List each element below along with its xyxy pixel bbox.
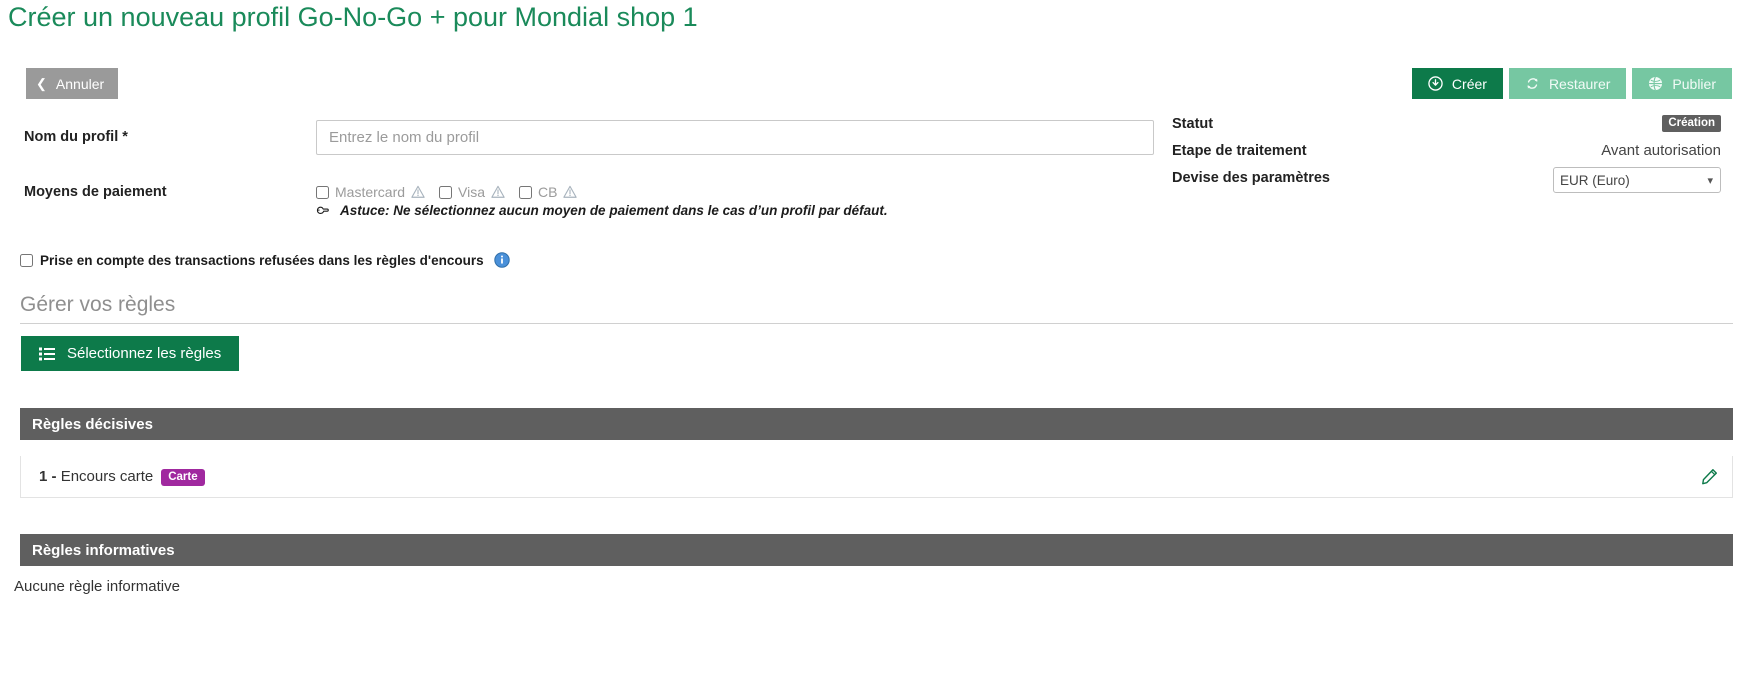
etape-label: Etape de traitement <box>1172 142 1307 159</box>
rule-badge: Carte <box>161 468 205 486</box>
etape-value: Avant autorisation <box>1601 142 1721 159</box>
rule-name: Encours carte <box>60 467 154 485</box>
cancel-button-label: Annuler <box>55 75 105 92</box>
rule-label: 1 - Encours carte Carte <box>39 468 205 486</box>
table-row[interactable]: 1 - Encours carte Carte <box>20 456 1733 498</box>
visa-label: Visa <box>458 184 486 200</box>
restore-button[interactable]: Restaurer <box>1508 68 1627 99</box>
tip-text: Astuce: Ne sélectionnez aucun moyen de p… <box>340 203 888 218</box>
list-icon <box>39 347 55 361</box>
create-button-label: Créer <box>1451 75 1487 92</box>
select-rules-button-label: Sélectionnez les règles <box>67 345 222 362</box>
payment-method-cb[interactable]: CB <box>519 184 578 200</box>
informative-rules-header: Règles informatives <box>20 534 1733 566</box>
currency-select-wrapper: EUR (Euro) ▾ <box>1553 167 1721 193</box>
profile-name-input[interactable] <box>316 120 1154 155</box>
page-title: Créer un nouveau profil Go-No-Go + pour … <box>8 2 698 32</box>
payment-methods-group: Mastercard Visa CB <box>316 184 591 200</box>
cb-checkbox[interactable] <box>519 185 533 199</box>
cancel-button[interactable]: ❮ Annuler <box>26 68 119 99</box>
chevron-left-icon: ❮ <box>36 76 47 91</box>
refresh-icon <box>1525 76 1540 91</box>
warning-triangle-icon <box>563 185 578 199</box>
payment-methods-label: Moyens de paiement <box>24 184 167 200</box>
status-row-statut: Statut Création <box>1172 110 1732 137</box>
publish-button[interactable]: Publier <box>1632 68 1732 99</box>
status-panel: Statut Création Etape de traitement Avan… <box>1172 110 1732 193</box>
decisive-rules-header: Règles décisives <box>20 408 1733 440</box>
pointing-hand-icon <box>316 203 332 218</box>
refused-transactions-row[interactable]: Prise en compte des transactions refusée… <box>20 252 510 268</box>
rule-index: 1 - <box>39 467 61 485</box>
pencil-icon[interactable] <box>1701 468 1718 485</box>
cb-label: CB <box>538 184 558 200</box>
warning-triangle-icon <box>411 185 425 199</box>
rules-section-title: Gérer vos règles <box>20 293 1733 324</box>
profile-name-label: Nom du profil * <box>24 129 128 145</box>
publish-button-label: Publier <box>1672 75 1716 92</box>
statut-label: Statut <box>1172 115 1214 132</box>
globe-icon <box>1648 76 1663 91</box>
top-action-buttons: Créer Restaurer Publier <box>1411 68 1732 99</box>
mastercard-checkbox[interactable] <box>316 185 329 199</box>
mastercard-label: Mastercard <box>335 184 406 200</box>
payment-method-mastercard[interactable]: Mastercard <box>316 184 425 200</box>
devise-label: Devise des paramètres <box>1172 169 1330 186</box>
refused-transactions-label: Prise en compte des transactions refusée… <box>40 252 484 268</box>
status-row-etape: Etape de traitement Avant autorisation <box>1172 137 1732 164</box>
status-badge: Création <box>1662 114 1721 133</box>
select-rules-button[interactable]: Sélectionnez les règles <box>21 336 240 371</box>
info-icon[interactable] <box>493 252 510 268</box>
payment-method-visa[interactable]: Visa <box>439 184 505 200</box>
currency-select[interactable]: EUR (Euro) <box>1553 167 1721 193</box>
visa-checkbox[interactable] <box>439 185 453 199</box>
restore-button-label: Restaurer <box>1548 75 1611 92</box>
tip-message: Astuce: Ne sélectionnez aucun moyen de p… <box>316 203 888 218</box>
create-button[interactable]: Créer <box>1411 68 1503 99</box>
refused-transactions-checkbox[interactable] <box>20 253 33 267</box>
download-circle-icon <box>1428 76 1443 91</box>
warning-triangle-icon <box>491 185 505 199</box>
informative-rules-empty-text: Aucune règle informative <box>14 578 180 595</box>
